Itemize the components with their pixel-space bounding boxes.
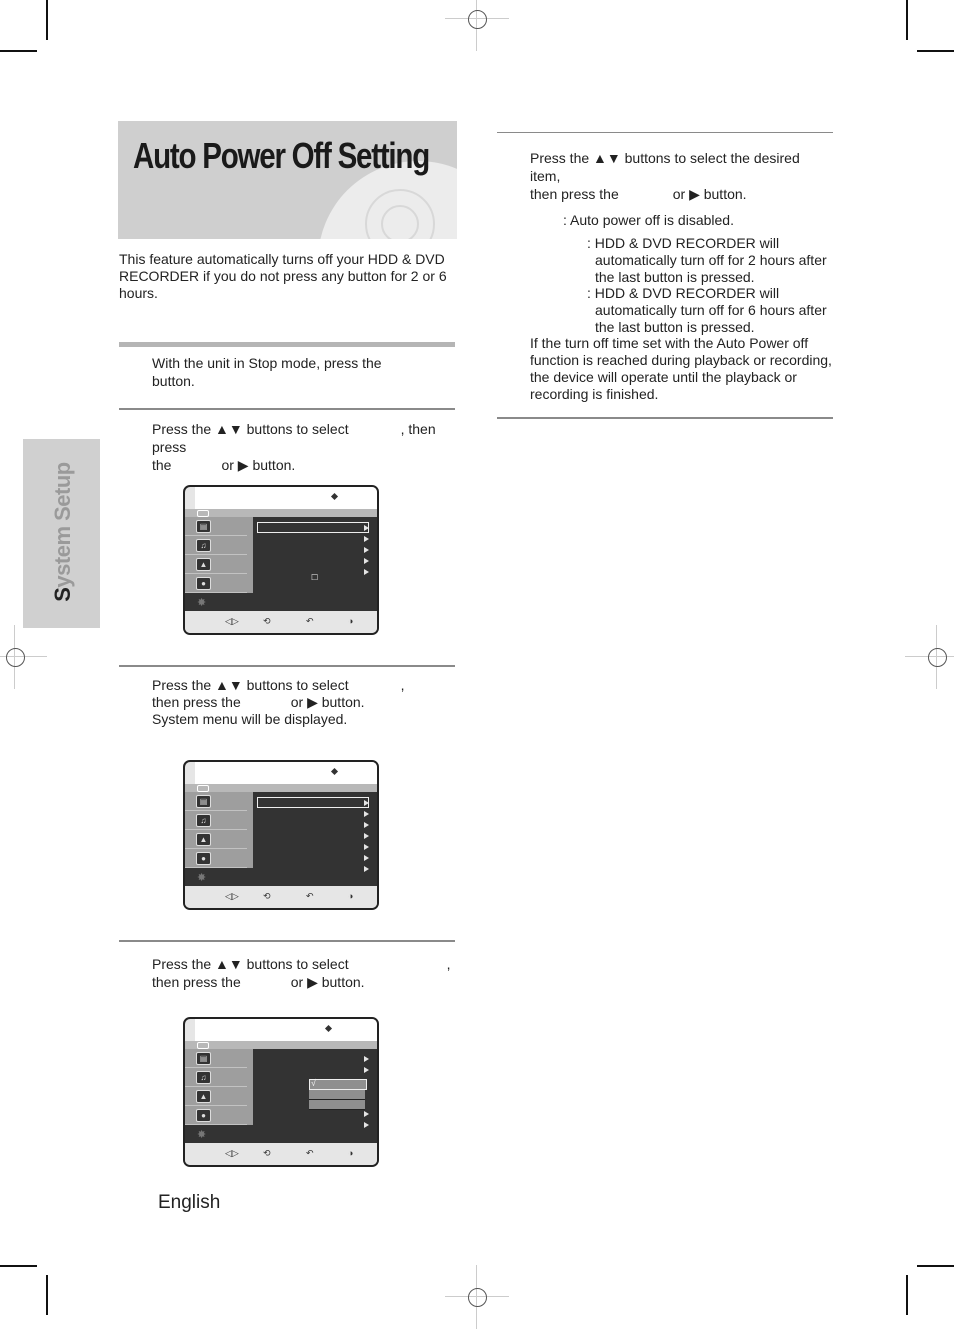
crop-mark <box>0 1265 37 1267</box>
indicator-icon <box>324 1024 333 1033</box>
arrow-icon <box>364 822 369 828</box>
title-list-icon: ▤ <box>196 520 211 533</box>
arrow-icon <box>364 558 369 564</box>
exit-icon: ◑ <box>348 891 354 901</box>
ok-icon: ⟲ <box>263 616 271 626</box>
registration-mark <box>0 625 47 689</box>
divider <box>119 665 455 667</box>
arrow-icon <box>364 1067 369 1073</box>
arrow-icon <box>364 811 369 817</box>
arrow-icon <box>364 1111 369 1117</box>
registration-mark <box>445 1265 509 1329</box>
arrow-icon <box>364 800 369 806</box>
lock-icon: ☐ <box>311 573 319 582</box>
move-icon: ◁▷ <box>225 616 239 626</box>
move-icon: ◁▷ <box>225 891 239 901</box>
title-banner: Auto Power Off Setting <box>118 121 457 239</box>
crop-mark <box>46 0 48 40</box>
return-icon: ↶ <box>306 891 314 901</box>
ok-icon: ⟲ <box>263 891 271 901</box>
return-icon: ↶ <box>306 616 314 626</box>
intro-text: This feature automatically turns off you… <box>119 251 447 301</box>
page-title: Auto Power Off Setting <box>133 135 430 176</box>
arrow-icon <box>364 1056 369 1062</box>
note-text: If the turn off time set with the Auto P… <box>530 335 832 402</box>
section-side-tab: System Setup <box>23 439 100 628</box>
remote-icon <box>197 785 209 792</box>
submenu-option-off: √ <box>309 1078 367 1090</box>
option-6h-desc: : HDD & DVD RECORDER will automatically … <box>587 285 827 335</box>
registration-mark <box>905 625 954 689</box>
move-icon: ◁▷ <box>225 1148 239 1158</box>
arrow-icon <box>364 525 369 531</box>
music-icon: ♫ <box>196 539 211 552</box>
arrow-icon <box>364 547 369 553</box>
setup-gear-icon: ✸ <box>197 1129 207 1141</box>
arrow-icon <box>364 569 369 575</box>
submenu-option-6h <box>309 1100 365 1110</box>
arrow-icon <box>364 1122 369 1128</box>
crop-mark <box>906 1275 908 1315</box>
crop-mark <box>0 50 37 52</box>
photo-icon: ▲ <box>196 558 211 571</box>
arrow-icon <box>364 866 369 872</box>
divider <box>119 408 455 410</box>
arrow-icon <box>364 844 369 850</box>
osd-setup-menu: ▤ ♫ ▲ ● ✸ ☐ ◁▷ ⟲ ↶ ◑ <box>183 485 379 635</box>
section-tab-label: System Setup <box>50 462 75 602</box>
photo-icon: ▲ <box>196 833 211 846</box>
program-icon: ● <box>196 852 211 865</box>
exit-icon: ◑ <box>348 1148 354 1158</box>
language-label: English <box>158 1192 221 1213</box>
music-icon: ♫ <box>196 1071 211 1084</box>
divider <box>497 417 833 419</box>
step-5: Press the ▲▼ buttons to select the desir… <box>530 150 800 202</box>
program-icon: ● <box>196 577 211 590</box>
step-2: Press the ▲▼ buttons to select, then pre… <box>152 421 436 473</box>
menu-highlight <box>257 522 369 533</box>
check-icon: √ <box>311 1078 316 1088</box>
music-icon: ♫ <box>196 814 211 827</box>
step-1: With the unit in Stop mode, press the bu… <box>152 355 382 389</box>
step-3: Press the ▲▼ buttons to select, then pre… <box>152 677 405 727</box>
indicator-icon <box>330 767 339 776</box>
arrow-icon <box>364 855 369 861</box>
crop-mark <box>46 1275 48 1315</box>
crop-mark <box>917 1265 954 1267</box>
photo-icon: ▲ <box>196 1090 211 1103</box>
indicator-icon <box>330 492 339 501</box>
osd-system-menu: ▤ ♫ ▲ ● ✸ ◁▷ ⟲ ↶ ◑ <box>183 760 379 910</box>
option-2h-desc: : HDD & DVD RECORDER will automatically … <box>587 235 827 285</box>
menu-highlight <box>257 797 369 808</box>
divider <box>119 342 455 347</box>
ok-icon: ⟲ <box>263 1148 271 1158</box>
setup-gear-icon: ✸ <box>197 597 207 609</box>
crop-mark <box>917 50 954 52</box>
arrow-icon <box>364 536 369 542</box>
exit-icon: ◑ <box>348 616 354 626</box>
divider <box>497 132 833 133</box>
setup-gear-icon: ✸ <box>197 872 207 884</box>
program-icon: ● <box>196 1109 211 1122</box>
option-off-desc: : Auto power off is disabled. <box>563 212 734 228</box>
divider <box>119 940 455 942</box>
remote-icon <box>197 510 209 517</box>
title-list-icon: ▤ <box>196 1052 211 1065</box>
step-4: Press the ▲▼ buttons to select, then pre… <box>152 956 451 990</box>
return-icon: ↶ <box>306 1148 314 1158</box>
osd-auto-power-off-menu: ▤ ♫ ▲ ● ✸ √ ◁▷ ⟲ ↶ ◑ <box>183 1017 379 1167</box>
title-list-icon: ▤ <box>196 795 211 808</box>
registration-mark <box>445 0 509 51</box>
crop-mark <box>906 0 908 40</box>
submenu-option-2h <box>309 1090 365 1100</box>
arrow-icon <box>364 833 369 839</box>
remote-icon <box>197 1042 209 1049</box>
